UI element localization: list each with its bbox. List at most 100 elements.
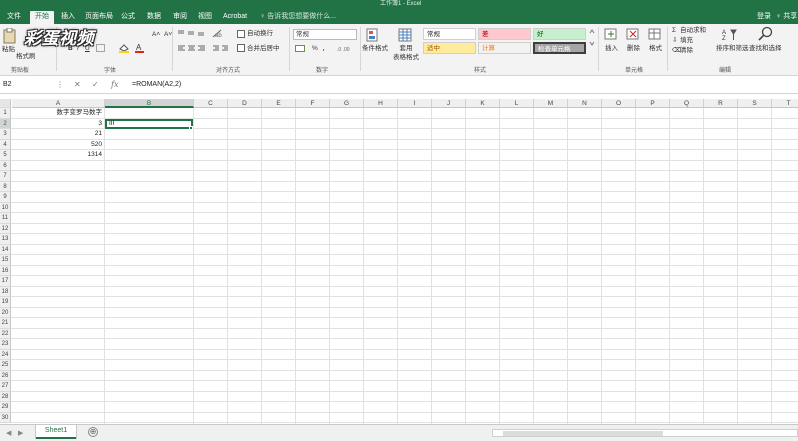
- tab-home[interactable]: 开始: [30, 11, 54, 24]
- wrap-text-icon[interactable]: [237, 30, 245, 38]
- column-header-a[interactable]: A: [12, 99, 105, 108]
- tab-formulas[interactable]: 公式: [116, 11, 140, 24]
- column-header-d[interactable]: D: [228, 99, 262, 108]
- tab-acrobat[interactable]: Acrobat: [218, 11, 252, 24]
- worksheet-grid[interactable]: ABCDEFGHIJKLMNOPQRST 1 2 3 4 5 6 7 8 9 10 11 12 13 14…: [0, 99, 798, 424]
- column-header-c[interactable]: C: [194, 99, 228, 108]
- name-box[interactable]: B2: [1, 80, 51, 91]
- delete-cells-icon[interactable]: [626, 27, 640, 42]
- row-header-18[interactable]: 18: [0, 286, 11, 297]
- row-header-22[interactable]: 22: [0, 328, 11, 339]
- wrap-text-button[interactable]: 自动换行: [247, 29, 273, 38]
- sheet-tab-sheet1[interactable]: Sheet1: [36, 425, 76, 439]
- format-cells-button[interactable]: 格式: [649, 44, 662, 53]
- orientation-icon[interactable]: ab: [212, 29, 224, 38]
- prev-sheet-icon[interactable]: ◀: [6, 429, 11, 437]
- merge-center-button[interactable]: 合并后居中: [247, 44, 280, 53]
- indent-icons[interactable]: [212, 44, 230, 53]
- row-header-21[interactable]: 21: [0, 318, 11, 329]
- row-header-9[interactable]: 9: [0, 192, 11, 203]
- row-header-1[interactable]: 1: [0, 108, 11, 119]
- share-button[interactable]: ♀ 共享: [776, 11, 797, 23]
- row-header-5[interactable]: 5: [0, 150, 11, 161]
- column-header-g[interactable]: G: [330, 99, 364, 108]
- autosum-button[interactable]: 自动求和: [680, 26, 706, 35]
- enter-icon[interactable]: ✓: [92, 80, 99, 90]
- column-header-s[interactable]: S: [738, 99, 772, 108]
- column-header-e[interactable]: E: [262, 99, 296, 108]
- vertical-align-icons[interactable]: [177, 29, 207, 37]
- row-header-10[interactable]: 10: [0, 202, 11, 213]
- paste-label[interactable]: 粘贴: [2, 45, 15, 54]
- row-header-8[interactable]: 8: [0, 181, 11, 192]
- style-neutral[interactable]: 适中: [423, 42, 476, 54]
- column-header-b[interactable]: B: [105, 99, 194, 108]
- cell-B2[interactable]: III: [105, 118, 193, 129]
- row-header-6[interactable]: 6: [0, 160, 11, 171]
- accounting-format-icon[interactable]: [295, 44, 307, 53]
- style-calculation[interactable]: 计算: [478, 42, 531, 54]
- row-header-26[interactable]: 26: [0, 370, 11, 381]
- row-header-30[interactable]: 30: [0, 412, 11, 423]
- row-header-28[interactable]: 28: [0, 391, 11, 402]
- column-header-r[interactable]: R: [704, 99, 738, 108]
- row-header-7[interactable]: 7: [0, 171, 11, 182]
- column-header-m[interactable]: M: [534, 99, 568, 108]
- tab-view[interactable]: 视图: [193, 11, 217, 24]
- number-format-select[interactable]: 常规: [293, 29, 357, 40]
- column-header-q[interactable]: Q: [670, 99, 704, 108]
- row-header-16[interactable]: 16: [0, 265, 11, 276]
- tab-file[interactable]: 文件: [2, 11, 26, 24]
- cell-A5[interactable]: 1314: [12, 150, 104, 161]
- horizontal-scrollbar[interactable]: [492, 429, 798, 437]
- row-header-24[interactable]: 24: [0, 349, 11, 360]
- name-box-dropdown-icon[interactable]: ⋮: [56, 80, 64, 90]
- decimal-icons[interactable]: .0 .00: [337, 44, 357, 53]
- clear-button[interactable]: 清除: [680, 46, 693, 55]
- percent-button[interactable]: %: [312, 44, 318, 53]
- fill-icon[interactable]: ⇩: [672, 36, 677, 45]
- row-header-20[interactable]: 20: [0, 307, 11, 318]
- tab-review[interactable]: 审阅: [168, 11, 192, 24]
- grow-font-button[interactable]: A˄: [152, 30, 160, 39]
- add-sheet-button[interactable]: ⊕: [88, 427, 98, 437]
- row-header-3[interactable]: 3: [0, 129, 11, 140]
- cell-A4[interactable]: 520: [12, 140, 104, 151]
- fill-button[interactable]: 填充: [680, 36, 693, 45]
- fill-color-icon[interactable]: [118, 43, 130, 53]
- column-header-p[interactable]: P: [636, 99, 670, 108]
- conditional-format-button[interactable]: 条件格式: [362, 44, 388, 53]
- conditional-format-icon[interactable]: [366, 28, 380, 43]
- column-header-n[interactable]: N: [568, 99, 602, 108]
- row-header-12[interactable]: 12: [0, 223, 11, 234]
- comma-button[interactable]: ，: [322, 44, 329, 53]
- insert-function-icon[interactable]: fx: [111, 80, 118, 90]
- style-check-cell[interactable]: 检查单元格: [533, 42, 586, 54]
- horizontal-align-icons[interactable]: [177, 44, 207, 52]
- row-header-23[interactable]: 23: [0, 339, 11, 350]
- cell-A2[interactable]: 3: [12, 119, 104, 130]
- scrollbar-thumb[interactable]: [503, 431, 663, 436]
- row-header-17[interactable]: 17: [0, 276, 11, 287]
- next-sheet-icon[interactable]: ▶: [18, 429, 23, 437]
- fill-handle[interactable]: [189, 126, 193, 130]
- cell-A1[interactable]: 数字变罗马数字: [12, 108, 104, 119]
- row-header-14[interactable]: 14: [0, 244, 11, 255]
- shrink-font-button[interactable]: A˅: [164, 30, 172, 39]
- column-header-j[interactable]: J: [432, 99, 466, 108]
- row-header-19[interactable]: 19: [0, 297, 11, 308]
- column-header-i[interactable]: I: [398, 99, 432, 108]
- cell-A3[interactable]: 21: [12, 129, 104, 140]
- login-link[interactable]: 登录: [757, 11, 771, 23]
- insert-cells-button[interactable]: 插入: [605, 44, 618, 53]
- column-header-k[interactable]: K: [466, 99, 500, 108]
- row-header-25[interactable]: 25: [0, 360, 11, 371]
- format-table-icon[interactable]: [398, 28, 413, 43]
- style-good[interactable]: 好: [533, 28, 586, 40]
- styles-scroll-icon[interactable]: [589, 28, 595, 54]
- sum-icon[interactable]: Σ: [672, 26, 676, 35]
- row-header-2[interactable]: 2: [0, 118, 11, 129]
- find-select-icon[interactable]: [758, 26, 774, 42]
- tab-data[interactable]: 数据: [142, 11, 166, 24]
- row-header-11[interactable]: 11: [0, 213, 11, 224]
